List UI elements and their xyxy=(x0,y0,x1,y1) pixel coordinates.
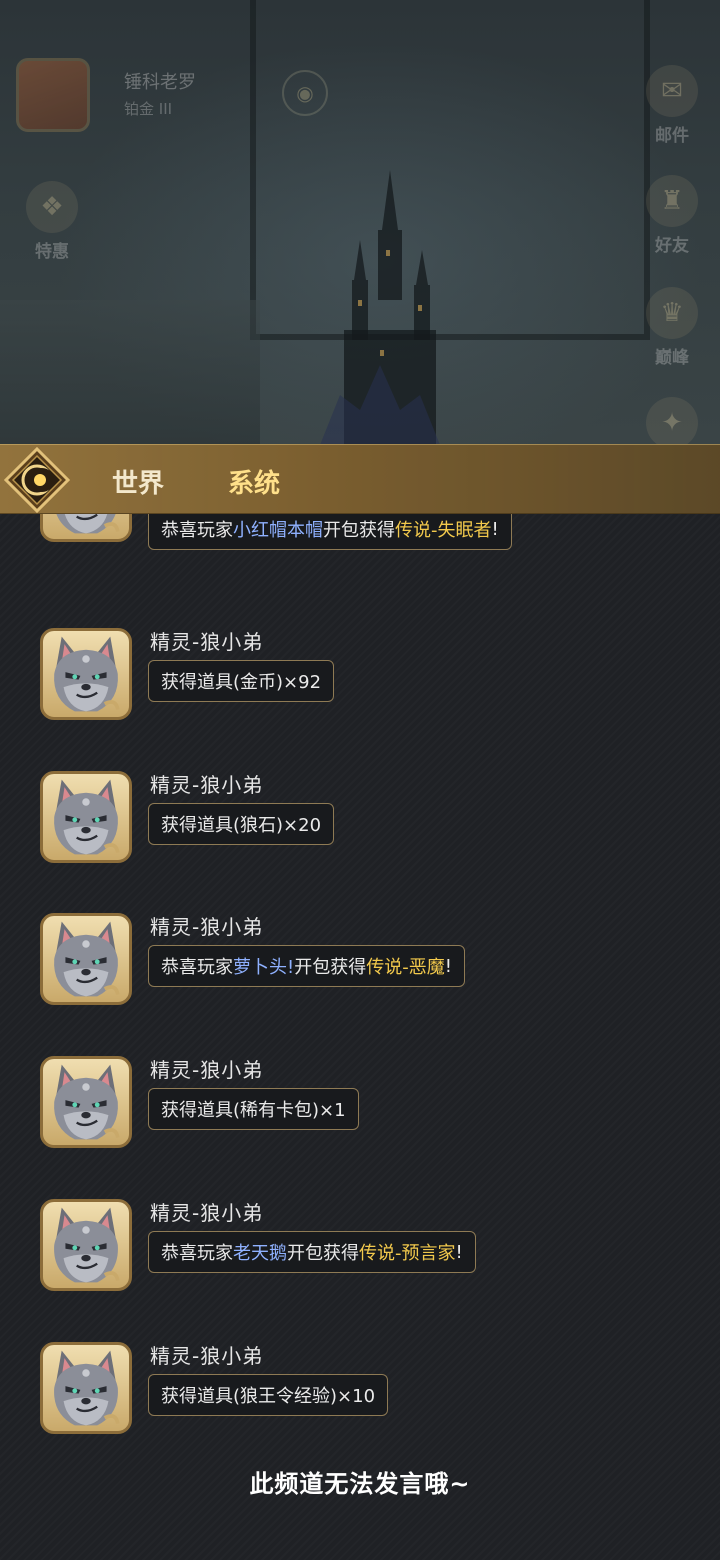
message-bubble: 恭喜玩家 小红帽本帽 开包获得 传说-失眠者! xyxy=(148,514,512,550)
mail-button[interactable]: ✉ 邮件 xyxy=(632,60,712,146)
message-bubble: 获得道具(狼王令经验)×10 xyxy=(148,1374,389,1416)
shelf-decoration xyxy=(0,300,260,445)
wolf-face-icon xyxy=(54,1207,120,1283)
eye-button[interactable]: ◉ xyxy=(282,70,328,116)
peak-button[interactable]: ♛ 巅峰 xyxy=(632,282,712,368)
message-player-text: 老天鹅 xyxy=(233,1243,287,1264)
sender-name: 精灵-狼小弟 xyxy=(150,630,264,654)
chat-message: 精灵-狼小弟 获得道具(稀有卡包)×1 xyxy=(0,1056,720,1166)
peak-icon: ♛ xyxy=(646,287,698,339)
wolf-face-icon xyxy=(54,1350,120,1426)
message-normal-text: 恭喜玩家 xyxy=(161,1243,233,1264)
sender-name: 精灵-狼小弟 xyxy=(150,773,264,797)
activity-button[interactable]: ✦ 活动 xyxy=(632,392,712,445)
sender-name: 精灵-狼小弟 xyxy=(150,915,264,939)
sender-name: 精灵-狼小弟 xyxy=(150,1201,264,1225)
chat-message: 精灵-狼小弟 恭喜玩家 萝卜头! 开包获得 传说-恶魔! xyxy=(0,913,720,1023)
wolf-face-icon xyxy=(54,921,120,997)
chat-message-list[interactable]: 恭喜玩家 小红帽本帽 开包获得 传说-失眠者! 精灵-狼小弟 获得道具(金币)×92 … xyxy=(0,514,720,1560)
message-player-text: 萝卜头! xyxy=(233,957,295,978)
chat-message: 精灵-狼小弟 获得道具(狼石)×20 xyxy=(0,771,720,881)
wolf-face-icon xyxy=(56,514,120,534)
message-bubble: 恭喜玩家 萝卜头! 开包获得 传说-恶魔! xyxy=(148,945,465,987)
wolf-avatar-icon[interactable] xyxy=(40,1056,132,1148)
wolf-face-icon xyxy=(54,779,120,855)
message-normal-text: 获得道具(稀有卡包)×1 xyxy=(161,1100,346,1121)
message-normal-text: 获得道具(狼石)×20 xyxy=(161,815,322,836)
envelope-icon: ✉ xyxy=(646,65,698,117)
chat-message: 精灵-狼小弟 获得道具(金币)×92 xyxy=(0,628,720,738)
chat-message: 恭喜玩家 小红帽本帽 开包获得 传说-失眠者! xyxy=(0,514,720,610)
eye-icon: ◉ xyxy=(296,81,314,105)
profile-rank: 铂金 III xyxy=(124,100,173,118)
message-normal-text: 开包获得 xyxy=(323,520,395,541)
chat-message: 精灵-狼小弟 获得道具(狼王令经验)×10 xyxy=(0,1342,720,1452)
tab-system[interactable]: 系统 xyxy=(228,463,280,500)
wolf-avatar-icon[interactable] xyxy=(40,1199,132,1291)
message-normal-text: 恭喜玩家 xyxy=(161,957,233,978)
message-normal-text: ! xyxy=(491,518,499,540)
wolf-avatar-icon[interactable] xyxy=(40,1342,132,1434)
friends-icon: ♜ xyxy=(646,175,698,227)
message-bubble: 获得道具(狼石)×20 xyxy=(148,803,335,845)
chat-message: 精灵-狼小弟 恭喜玩家 老天鹅 开包获得 传说-预言家! xyxy=(0,1199,720,1309)
activity-icon: ✦ xyxy=(646,397,698,445)
message-bubble: 恭喜玩家 老天鹅 开包获得 传说-预言家! xyxy=(148,1231,476,1273)
message-normal-text: 恭喜玩家 xyxy=(161,520,233,541)
message-normal-text: ! xyxy=(455,1241,463,1263)
wolf-face-icon xyxy=(54,636,120,712)
message-bubble: 获得道具(稀有卡包)×1 xyxy=(148,1088,359,1130)
peak-label: 巅峰 xyxy=(655,348,689,368)
gift-icon: ❖ xyxy=(26,181,78,233)
wolf-face-icon xyxy=(54,1064,120,1140)
lobby-background: 锤科老罗 铂金 III ◉ ❖ 特惠 ✉ 邮件 ♜ 好友 ♛ 巅峰 ✦ 活动 xyxy=(0,0,720,445)
message-normal-text: ! xyxy=(444,955,452,977)
message-legend-text: 传说-预言家 xyxy=(359,1243,456,1264)
channel-tab-bar: 世界 系统 xyxy=(0,444,720,514)
message-normal-text: 开包获得 xyxy=(294,957,367,978)
tab-world[interactable]: 世界 xyxy=(112,463,164,500)
moon-sun-emblem-icon[interactable] xyxy=(4,447,70,513)
profile-badge[interactable] xyxy=(16,58,90,132)
special-offer-label: 特惠 xyxy=(35,242,69,262)
special-offer-button[interactable]: ❖ 特惠 xyxy=(12,176,92,262)
friends-button[interactable]: ♜ 好友 xyxy=(632,170,712,256)
wolf-avatar-icon[interactable] xyxy=(40,514,132,542)
message-player-text: 小红帽本帽 xyxy=(233,520,323,541)
message-legend-text: 传说-失眠者 xyxy=(395,520,492,541)
channel-no-speak-notice: 此频道无法发言哦~ xyxy=(249,1470,471,1498)
sender-name: 精灵-狼小弟 xyxy=(150,1344,264,1368)
message-normal-text: 获得道具(金币)×92 xyxy=(161,672,322,693)
message-legend-text: 传说-恶魔 xyxy=(366,957,445,978)
message-normal-text: 获得道具(狼王令经验)×10 xyxy=(161,1386,376,1407)
wolf-avatar-icon[interactable] xyxy=(40,628,132,720)
wolf-avatar-icon[interactable] xyxy=(40,913,132,1005)
message-bubble: 获得道具(金币)×92 xyxy=(148,660,335,702)
sender-name: 精灵-狼小弟 xyxy=(150,1058,264,1082)
beast-silhouette-icon xyxy=(320,365,440,445)
profile-name: 锤科老罗 xyxy=(124,72,196,93)
wolf-avatar-icon[interactable] xyxy=(40,771,132,863)
friends-label: 好友 xyxy=(655,236,689,256)
window-frame xyxy=(250,0,650,340)
mail-label: 邮件 xyxy=(655,126,689,146)
message-normal-text: 开包获得 xyxy=(287,1243,359,1264)
